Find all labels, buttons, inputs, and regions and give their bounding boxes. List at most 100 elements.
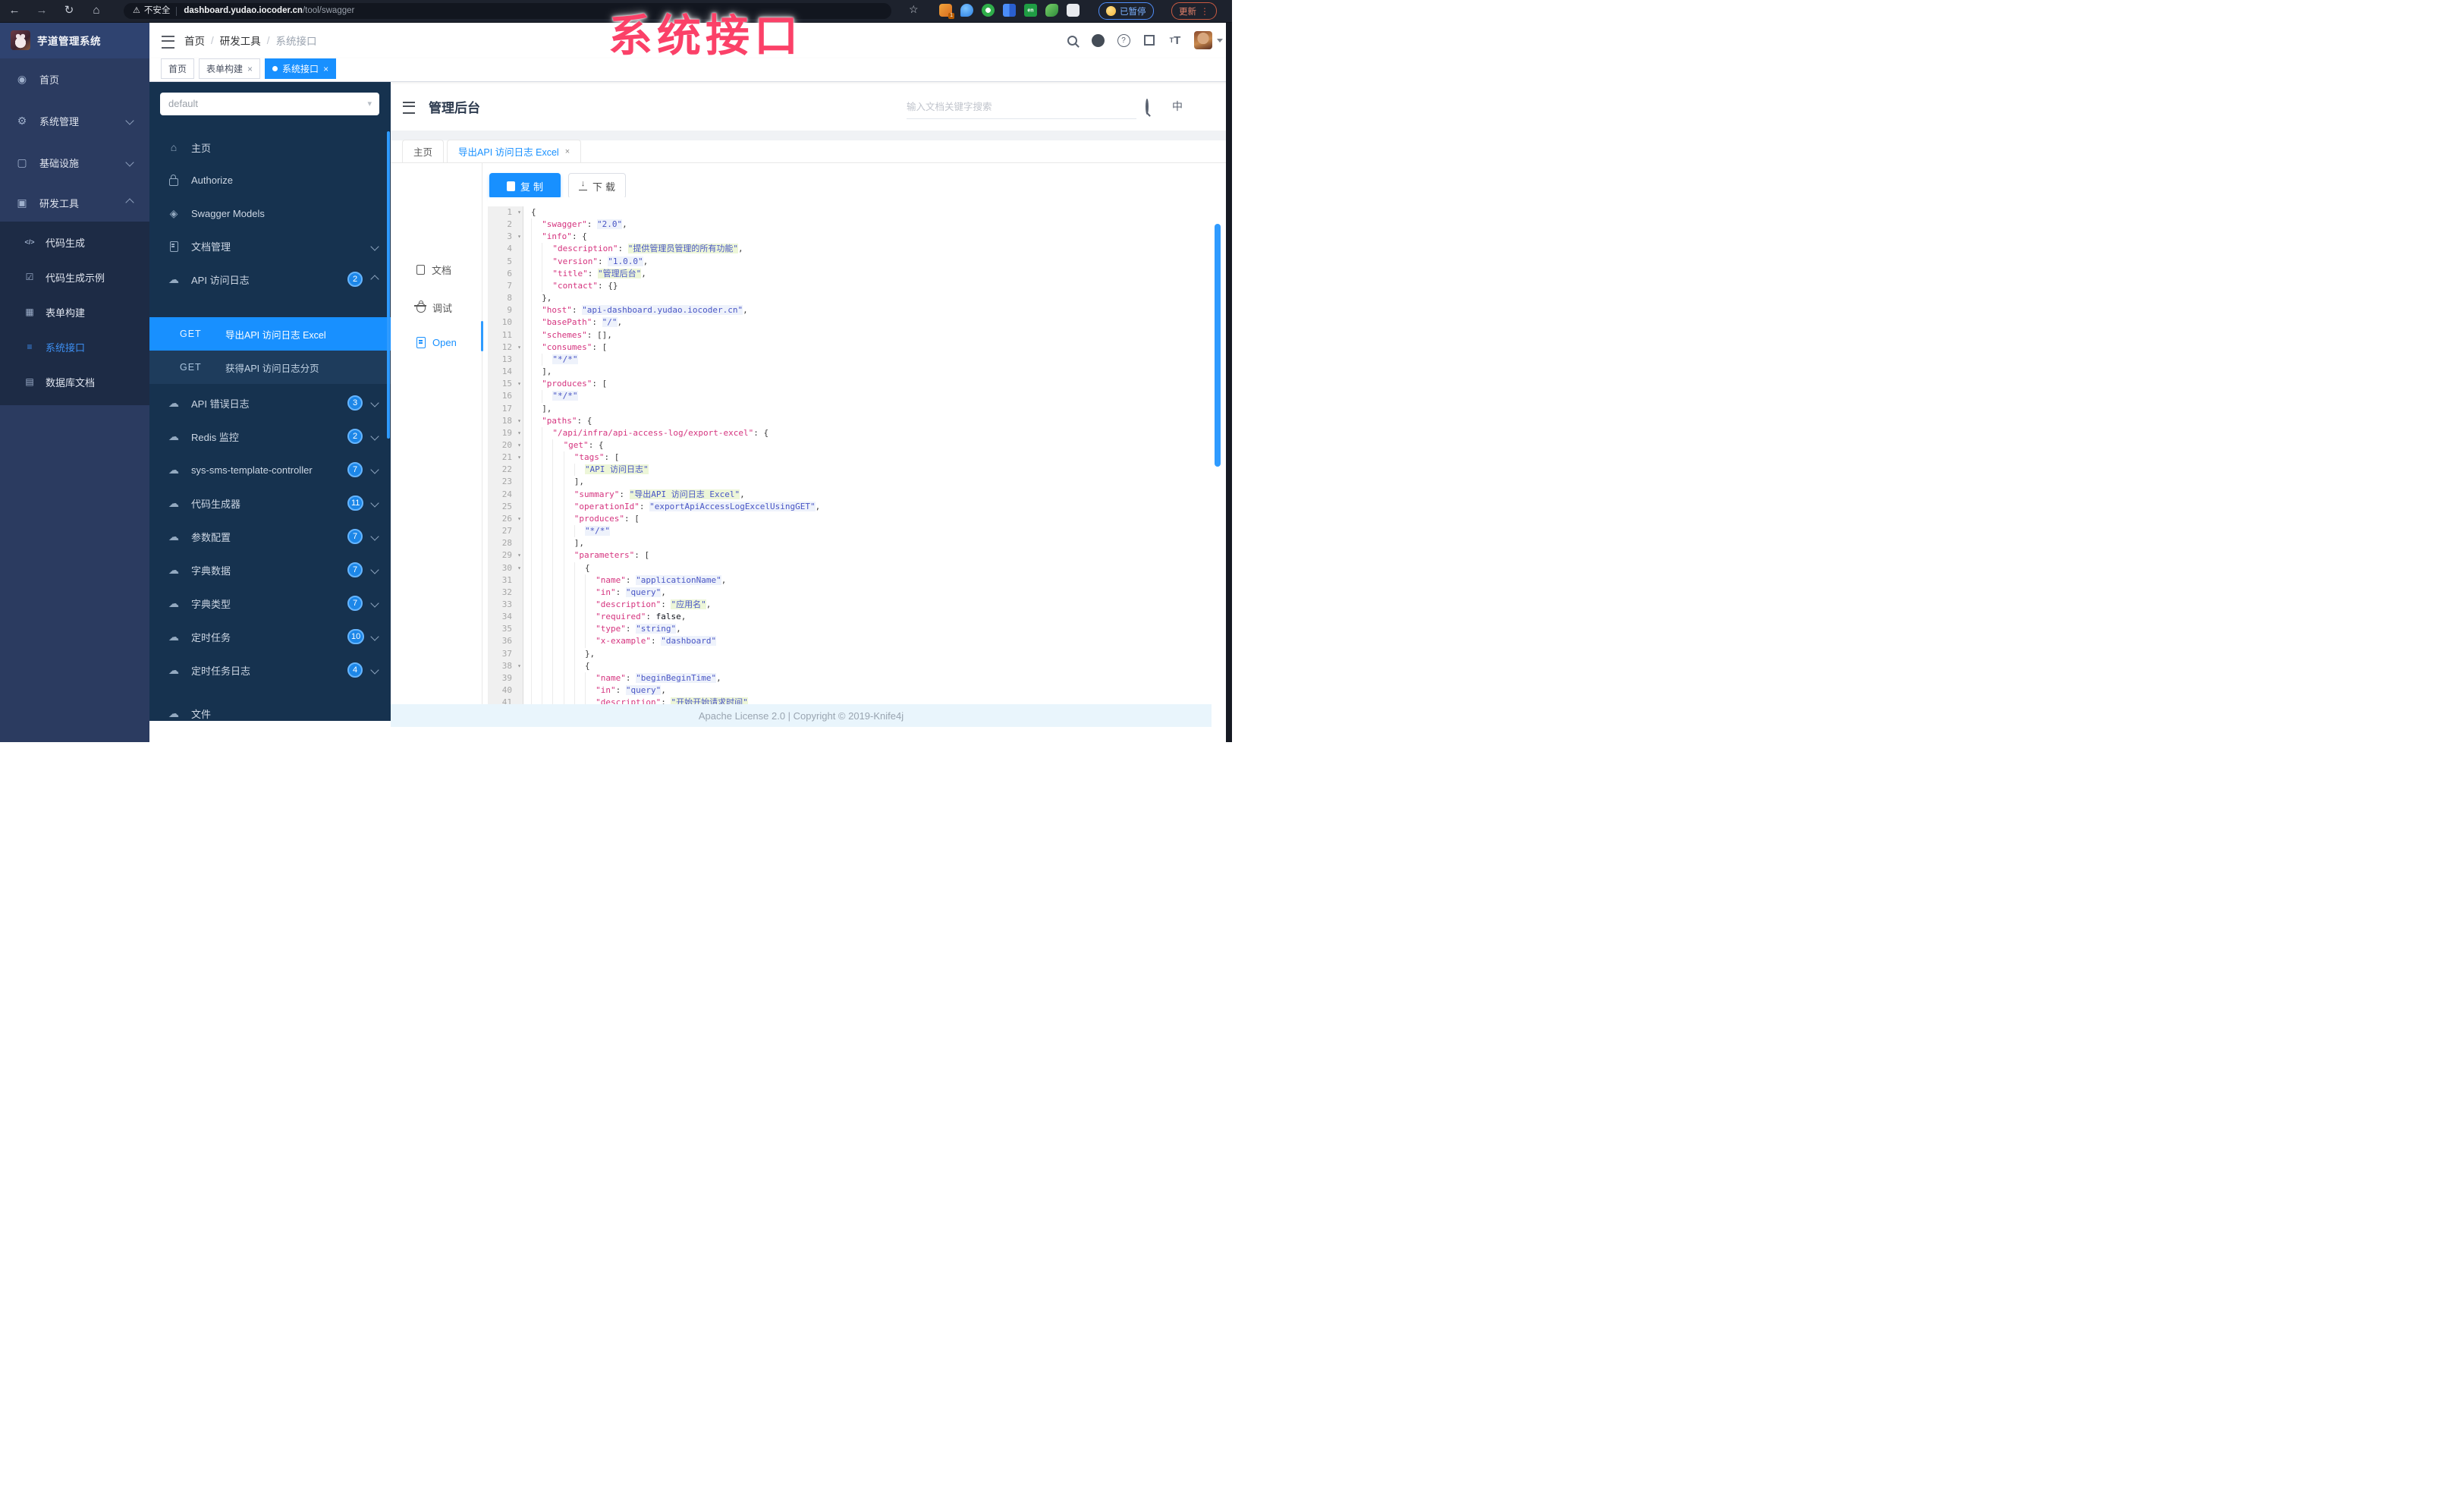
sidebar-subitem-代码生成示例[interactable]: ☑ 代码生成示例: [0, 260, 149, 294]
page-tab-系统接口[interactable]: 系统接口 ×: [265, 58, 337, 79]
search-icon[interactable]: [1059, 22, 1085, 58]
swagger-menu-文档管理[interactable]: 文档管理: [149, 230, 391, 263]
close-icon[interactable]: ×: [247, 64, 253, 74]
fold-arrow-icon[interactable]: ▾: [517, 513, 521, 525]
fullscreen-icon[interactable]: [1136, 22, 1162, 58]
forward-icon[interactable]: →: [33, 2, 50, 19]
menu-fold-icon[interactable]: [403, 102, 415, 114]
swagger-menu-label: 参数配置: [191, 531, 231, 543]
json-token: "*/*": [552, 391, 578, 401]
sidebar-item-系统管理[interactable]: ⚙ 系统管理: [0, 102, 149, 140]
fold-arrow-icon[interactable]: ▾: [517, 439, 521, 451]
side-tab-调试[interactable]: 调试: [414, 300, 452, 315]
indent-guide: [584, 586, 596, 599]
sidebar-subitem-表单构建[interactable]: ▦ 表单构建: [0, 294, 149, 329]
sidebar-item-label: 系统管理: [39, 115, 80, 127]
fold-arrow-icon[interactable]: ▾: [517, 415, 521, 427]
swagger-menu-字典数据[interactable]: ☁ 字典数据 7: [149, 553, 391, 587]
api-item-获得API 访问日志分页[interactable]: GET 获得API 访问日志分页: [149, 351, 391, 384]
hamburger-icon[interactable]: [162, 36, 174, 49]
fold-arrow-icon[interactable]: ▾: [517, 378, 521, 390]
fold-arrow-icon[interactable]: ▾: [517, 341, 521, 354]
white-puzzle-extension-icon[interactable]: [1067, 4, 1080, 17]
swagger-menu-label: 代码生成器: [191, 498, 241, 510]
code-editor[interactable]: 1 ▾{2 "swagger": "2.0", 3 ▾ "info": {4 "descri…: [488, 197, 1226, 704]
sidebar-subitem-label: 数据库文档: [46, 376, 96, 389]
swagger-menu-sys-sms-template-controller[interactable]: ☁ sys-sms-template-controller 7: [149, 453, 391, 486]
page-tab-首页[interactable]: 首页: [161, 58, 195, 79]
swagger-menu-API 访问日志[interactable]: ☁ API 访问日志 2: [149, 263, 391, 296]
doc-tab-导出API 访问日志 Excel[interactable]: 导出API 访问日志 Excel ×: [447, 140, 582, 162]
swagger-menu-定时任务日志[interactable]: ☁ 定时任务日志 4: [149, 653, 391, 687]
group-select[interactable]: default ▾: [160, 93, 379, 115]
line-number: 21 ▾: [488, 451, 523, 464]
swagger-menu-Authorize[interactable]: Authorize: [149, 164, 391, 197]
chevron-down-icon[interactable]: [1217, 38, 1223, 46]
swagger-menu-定时任务[interactable]: ☁ 定时任务 10: [149, 620, 391, 653]
fold-arrow-icon[interactable]: ▾: [517, 660, 521, 672]
doc-search-icon[interactable]: [1146, 99, 1149, 115]
swagger-menu-参数配置[interactable]: ☁ 参数配置 7: [149, 520, 391, 553]
fold-arrow-icon[interactable]: ▾: [517, 231, 521, 243]
sidebar-item-首页[interactable]: ◉ 首页: [0, 60, 149, 98]
indent-guide: [552, 439, 563, 452]
sidebar-item-研发工具[interactable]: ▣ 研发工具: [0, 184, 149, 222]
close-icon[interactable]: ×: [565, 147, 570, 156]
green-check-extension-icon[interactable]: [982, 4, 995, 17]
chevron-up-icon: [370, 275, 379, 284]
swagger-menu-Swagger Models[interactable]: ◈ Swagger Models: [149, 197, 391, 230]
url-bar[interactable]: ⚠ 不安全 dashboard.yudao.iocoder.cn/tool/sw…: [124, 3, 891, 19]
indent-guide: [563, 488, 574, 501]
sidebar-subitem-系统接口[interactable]: ≡ 系统接口: [0, 329, 149, 364]
orange-extension-icon[interactable]: 1: [939, 4, 954, 19]
update-button[interactable]: 更新 ⋮: [1171, 2, 1217, 20]
doc-tab-主页[interactable]: 主页: [402, 140, 445, 162]
blue-grid-extension-icon[interactable]: [1003, 4, 1016, 17]
font-size-icon[interactable]: TT: [1162, 22, 1188, 58]
home-icon[interactable]: ⌂: [88, 2, 105, 19]
fold-arrow-icon[interactable]: ▾: [517, 206, 521, 219]
refresh-icon[interactable]: ↻: [61, 2, 77, 19]
fold-arrow-icon[interactable]: ▾: [517, 549, 521, 562]
sidebar-subitem-数据库文档[interactable]: ▤ 数据库文档: [0, 364, 149, 399]
sidebar-item-基础设施[interactable]: ▢ 基础设施: [0, 143, 149, 181]
swagger-menu-API 错误日志[interactable]: ☁ API 错误日志 3: [149, 386, 391, 420]
swagger-menu-文件[interactable]: ☁ 文件: [149, 697, 391, 721]
side-tab-文档[interactable]: 文档: [416, 263, 451, 277]
bookmark-star-icon[interactable]: ☆: [909, 3, 919, 16]
help-icon[interactable]: ?: [1111, 22, 1136, 58]
breadcrumb-home[interactable]: 首页: [184, 33, 205, 48]
app-logo[interactable]: 芋道管理系统: [0, 22, 149, 58]
swagger-menu-Redis 监控[interactable]: ☁ Redis 监控 2: [149, 420, 391, 453]
swagger-menu-字典类型[interactable]: ☁ 字典类型 7: [149, 587, 391, 620]
back-icon[interactable]: ←: [6, 2, 23, 19]
download-button[interactable]: 下载: [568, 173, 626, 199]
profile-paused-button[interactable]: 已暂停: [1098, 2, 1154, 20]
blue-drop-extension-icon[interactable]: [960, 4, 973, 17]
side-tab-Open[interactable]: Open: [416, 337, 457, 348]
avatar[interactable]: [1194, 31, 1212, 49]
swagger-menu-主页[interactable]: ⌂ 主页: [149, 131, 391, 164]
api-item-导出API 访问日志 Excel[interactable]: GET 导出API 访问日志 Excel: [149, 317, 391, 351]
browser-menu-icon[interactable]: ⋮: [1200, 6, 1209, 17]
sidebar-subitem-代码生成[interactable]: </> 代码生成: [0, 225, 149, 260]
fold-arrow-icon[interactable]: ▾: [517, 451, 521, 464]
copy-button[interactable]: 复制: [489, 173, 561, 199]
indent-guide: [574, 684, 585, 697]
swagger-menu-代码生成器[interactable]: ☁ 代码生成器 11: [149, 486, 391, 520]
main-scrollbar[interactable]: [1215, 224, 1221, 467]
breadcrumb-tools[interactable]: 研发工具: [220, 33, 261, 48]
fold-arrow-icon[interactable]: ▾: [517, 562, 521, 574]
sidebar-scrollbar[interactable]: [387, 131, 390, 439]
translator-extension-icon[interactable]: en: [1024, 4, 1037, 17]
language-toggle[interactable]: 中: [1172, 99, 1183, 114]
fold-arrow-icon[interactable]: ▾: [517, 427, 521, 439]
page-tab-表单构建[interactable]: 表单构建 ×: [199, 58, 261, 79]
github-icon[interactable]: [1085, 22, 1111, 58]
doc-search-input[interactable]: 输入文档关键字搜索: [907, 99, 1136, 119]
green-leaf-extension-icon[interactable]: [1045, 4, 1058, 17]
json-token: "exportApiAccessLogExcelUsingGET": [649, 501, 816, 511]
window-edge: [1226, 0, 1232, 742]
swagger-menu-label: Authorize: [191, 175, 233, 186]
close-icon[interactable]: ×: [323, 64, 328, 74]
